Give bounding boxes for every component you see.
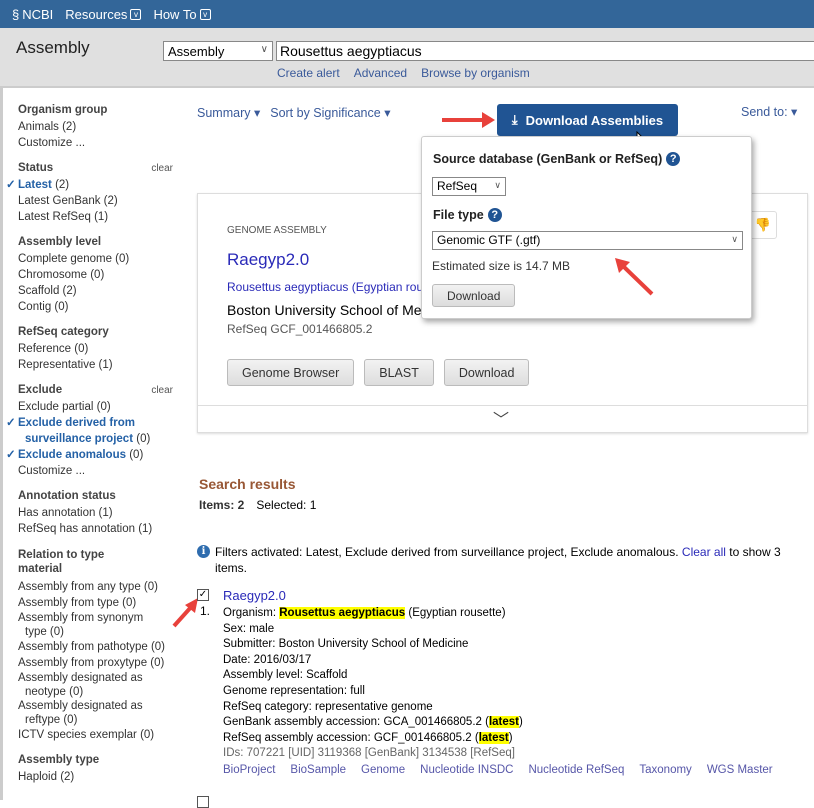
send-to-dropdown[interactable]: Send to: ▾ (741, 104, 797, 119)
filter-status: Status clear ✓ Latest (2) Latest GenBank (… (6, 162, 185, 225)
filter-item-exclude-derived[interactable]: ✓ Exclude derived from surveillance projec… (6, 415, 185, 447)
help-icon[interactable]: ? (487, 208, 502, 222)
database-title: Assembly (16, 38, 90, 57)
ncbi-logo[interactable]: § NCBI (12, 7, 53, 22)
filter-item[interactable]: Latest GenBank (2) (18, 193, 185, 209)
clear-all-link[interactable]: Clear all (682, 545, 726, 559)
filter-item-exclude-anomalous[interactable]: ✓ Exclude anomalous (0) (6, 447, 185, 463)
filter-assembly-level: Assembly level Complete genome (0) Chrom… (18, 236, 185, 315)
create-alert-link[interactable]: Create alert (277, 66, 340, 80)
file-type-select[interactable]: Genomic GTF (.gtf) ∨ (432, 231, 743, 250)
wgs-master-link[interactable]: WGS Master (707, 763, 773, 779)
download-icon: ⤓ (511, 112, 518, 127)
taxonomy-link[interactable]: Taxonomy (639, 763, 691, 779)
browse-by-organism-link[interactable]: Browse by organism (421, 66, 530, 80)
clear-link[interactable]: clear (151, 385, 173, 396)
result-checkbox[interactable]: ✓ (197, 589, 209, 601)
nucleotide-insdc-link[interactable]: Nucleotide INSDC (420, 763, 513, 779)
search-results-header: Search results Items: 2 Selected: 1 (199, 476, 317, 512)
download-popup: Source database (GenBank or RefSeq)? Ref… (421, 136, 752, 319)
chevron-down-icon: ∨ (494, 180, 501, 190)
help-icon[interactable]: ? (666, 152, 681, 166)
chevron-down-icon: v (199, 8, 211, 20)
filter-item[interactable]: Assembly from proxytype (0) (18, 655, 185, 671)
download-assemblies-button[interactable]: ⤓ Download Assemblies (497, 104, 678, 136)
organism-link[interactable]: Rousettus aegyptiacus (Egyptian rousette… (227, 280, 427, 294)
filter-annotation-status: Annotation status Has annotation (1) Ref… (18, 490, 185, 537)
chevron-down-icon: ∨ (260, 44, 268, 55)
filter-item[interactable]: Assembly from type (0) (18, 595, 185, 611)
source-database-select[interactable]: RefSeq ∨ (432, 177, 506, 196)
annotation-arrow (172, 598, 198, 628)
filter-item[interactable]: Assembly from any type (0) (18, 579, 185, 595)
check-icon: ✓ (6, 179, 16, 191)
filter-item[interactable]: Haploid (2) (18, 769, 185, 785)
search-bar: Assembly Assembly ∨ Rousettus aegyptiacus… (0, 28, 814, 88)
bioproject-link[interactable]: BioProject (223, 763, 275, 779)
summary-format-dropdown[interactable]: Summary ▾ (197, 105, 260, 120)
search-input[interactable]: Rousettus aegyptiacus (276, 41, 814, 61)
filter-item-latest[interactable]: ✓ Latest (2) (6, 177, 185, 193)
genome-link[interactable]: Genome (361, 763, 405, 779)
filter-exclude: Exclude clear Exclude partial (0) ✓ Exclud… (6, 384, 185, 479)
result-checkbox[interactable] (197, 796, 209, 808)
filter-item[interactable]: Contig (0) (18, 299, 185, 315)
blast-button[interactable]: BLAST (364, 359, 434, 386)
filter-item[interactable]: Complete genome (0) (18, 251, 185, 267)
how-to-menu[interactable]: How To v (153, 7, 211, 22)
clear-link[interactable]: clear (151, 163, 173, 174)
filter-assembly-type: Assembly type Haploid (2) (18, 754, 185, 785)
filter-item[interactable]: Scaffold (2) (18, 283, 185, 299)
chevron-down-icon: v (130, 8, 142, 20)
annotation-arrow (442, 112, 495, 128)
customize-link[interactable]: Customize ... (18, 463, 185, 479)
filter-refseq-category: RefSeq category Reference (0) Representa… (18, 326, 185, 373)
popup-download-button[interactable]: Download (432, 284, 516, 307)
result-title-link[interactable]: Raegyp2.0 (223, 588, 286, 603)
filter-item[interactable]: Chromosome (0) (18, 267, 185, 283)
chevron-down-icon[interactable]: ﹀ (493, 406, 509, 430)
filter-organism-group: Organism group Animals (2) Customize ... (18, 104, 185, 151)
check-icon: ✓ (6, 449, 16, 461)
genome-browser-button[interactable]: Genome Browser (227, 359, 355, 386)
filter-item[interactable]: Animals (2) (18, 119, 185, 135)
filter-item[interactable]: Latest RefSeq (1) (18, 209, 185, 225)
filter-item[interactable]: Exclude partial (0) (18, 399, 185, 415)
accession: RefSeq GCF_001466805.2 (227, 322, 373, 336)
info-icon: i (197, 545, 210, 558)
filter-item[interactable]: Assembly designated as reftype (0) (18, 699, 185, 727)
filter-item[interactable]: Reference (0) (18, 341, 185, 357)
annotation-arrow (615, 258, 654, 296)
filter-item[interactable]: ICTV species exemplar (0) (18, 727, 185, 743)
ncbi-header: § NCBI Resources v How To v (0, 0, 814, 28)
nucleotide-refseq-link[interactable]: Nucleotide RefSeq (528, 763, 624, 779)
filter-item[interactable]: RefSeq has annotation (1) (18, 521, 185, 537)
thumbs-down-icon[interactable]: 👎 (749, 211, 777, 239)
filter-item[interactable]: Has annotation (1) (18, 505, 185, 521)
check-icon: ✓ (6, 417, 16, 429)
advanced-link[interactable]: Advanced (354, 66, 407, 80)
filter-item[interactable]: Assembly from pathotype (0) (18, 639, 185, 655)
database-select[interactable]: Assembly ∨ (163, 41, 273, 61)
filter-item[interactable]: Assembly designated as neotype (0) (18, 671, 185, 699)
helix-icon: § (12, 6, 20, 22)
filter-item[interactable]: Assembly from synonym type (0) (18, 611, 185, 639)
download-button[interactable]: Download (443, 359, 530, 386)
filters-notice: i Filters activated: Latest, Exclude der… (197, 544, 797, 576)
filter-relation-type-material: Relation to type material Assembly from a… (18, 548, 185, 743)
biosample-link[interactable]: BioSample (290, 763, 346, 779)
resources-menu[interactable]: Resources v (65, 7, 142, 22)
customize-link[interactable]: Customize ... (18, 135, 185, 151)
filter-item[interactable]: Representative (1) (18, 357, 185, 373)
estimated-size: Estimated size is 14.7 MB (432, 259, 571, 273)
sort-dropdown[interactable]: Sort by Significance ▾ (270, 105, 390, 120)
chevron-down-icon: ∨ (731, 234, 738, 244)
assembly-title-link[interactable]: Raegyp2.0 (227, 250, 309, 270)
filter-sidebar: Organism group Animals (2) Customize ...… (0, 88, 185, 800)
